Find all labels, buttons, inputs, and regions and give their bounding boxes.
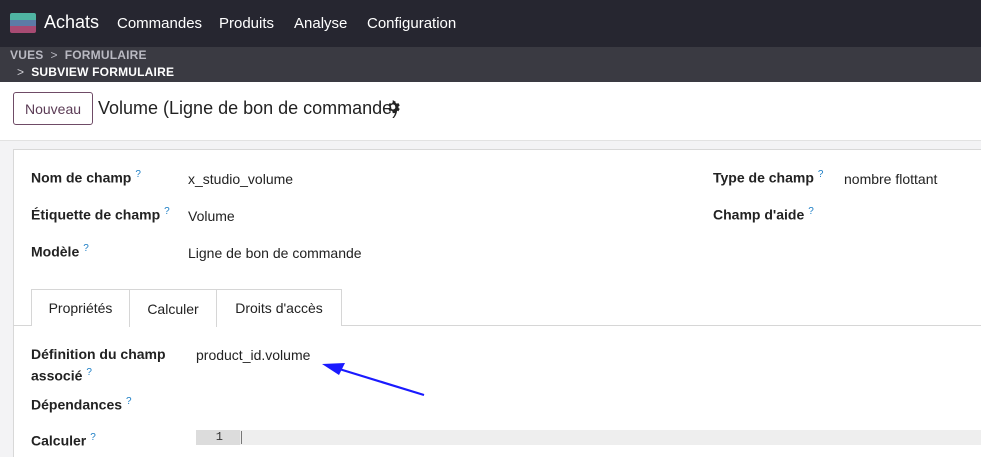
dependencies-label: Dépendances? (31, 396, 132, 413)
field-label-type: Type de champ? (713, 169, 824, 186)
breadcrumb-separator: > (50, 48, 58, 62)
gear-icon[interactable] (386, 100, 400, 114)
line-number: 1 (196, 430, 240, 445)
breadcrumb-separator: > (17, 65, 25, 79)
control-panel: Nouveau Volume (Ligne de bon de commande… (0, 82, 981, 141)
tab-compute[interactable]: Calculer (129, 289, 217, 327)
field-label-help: Champ d'aide? (713, 206, 814, 223)
help-icon[interactable]: ? (808, 206, 814, 217)
breadcrumb-current: SUBVIEW FORMULAIRE (31, 65, 175, 79)
breadcrumb-item-formulaire[interactable]: FORMULAIRE (65, 48, 147, 62)
help-icon[interactable]: ? (90, 432, 96, 443)
field-value-model[interactable]: Ligne de bon de commande (188, 245, 362, 261)
help-icon[interactable]: ? (818, 169, 824, 180)
new-button[interactable]: Nouveau (13, 92, 93, 125)
field-value-type[interactable]: nombre flottant (844, 171, 937, 187)
menu-item-configuration[interactable]: Configuration (367, 15, 456, 32)
record-title: Volume (Ligne de bon de commande) (98, 98, 399, 118)
field-label-model: Modèle? (31, 243, 89, 260)
help-icon[interactable]: ? (86, 367, 92, 378)
field-value-name[interactable]: x_studio_volume (188, 171, 293, 187)
app-name[interactable]: Achats (44, 12, 99, 33)
top-navbar: Achats Commandes Produits Analyse Config… (0, 0, 981, 47)
help-icon[interactable]: ? (135, 169, 141, 180)
editor-cursor (241, 431, 242, 444)
compute-label: Calculer? (31, 432, 96, 449)
related-field-value[interactable]: product_id.volume (196, 347, 310, 363)
tab-properties[interactable]: Propriétés (31, 289, 130, 326)
menu-item-produits[interactable]: Produits (219, 15, 274, 32)
menu-item-analyse[interactable]: Analyse (294, 15, 347, 32)
field-label-name: Nom de champ? (31, 169, 141, 186)
code-editor[interactable]: 1 (196, 430, 981, 445)
field-label-string: Étiquette de champ? (31, 206, 170, 223)
related-field-label-cont: associé? (31, 367, 92, 384)
breadcrumb-item-vues[interactable]: VUES (10, 48, 43, 62)
help-icon[interactable]: ? (126, 396, 132, 407)
related-field-label: Définition du champ (31, 346, 166, 362)
field-value-string[interactable]: Volume (188, 208, 235, 224)
app-menu-icon[interactable] (10, 13, 36, 33)
help-icon[interactable]: ? (83, 243, 89, 254)
tab-access-rights[interactable]: Droits d'accès (216, 289, 342, 326)
help-icon[interactable]: ? (164, 206, 170, 217)
breadcrumb: VUES > FORMULAIRE > SUBVIEW FORMULAIRE (0, 47, 981, 82)
menu-item-commandes[interactable]: Commandes (117, 15, 202, 32)
